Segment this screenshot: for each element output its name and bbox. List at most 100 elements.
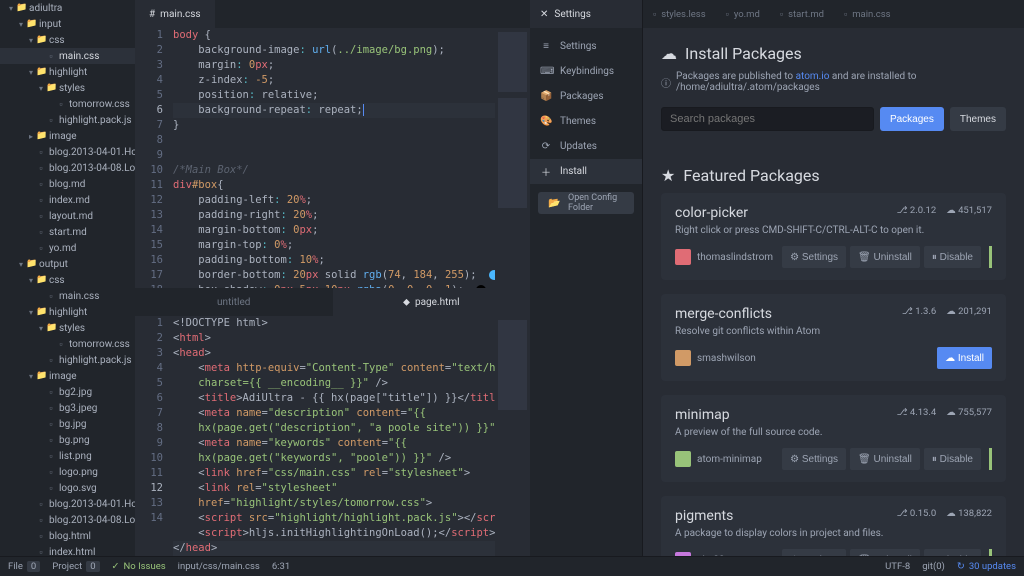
settings-tab-file[interactable]: ▫styles.less: [643, 0, 716, 28]
package-author[interactable]: atom-minimap: [675, 451, 762, 467]
settings-nav-themes[interactable]: 🎨Themes: [530, 109, 642, 134]
status-cursor[interactable]: 6:31: [272, 561, 290, 572]
code[interactable]: <!DOCTYPE html> <html> <head> <meta http…: [173, 316, 495, 576]
tab-page-html[interactable]: ⬥ page.html: [333, 288, 531, 316]
package-title[interactable]: color-picker: [675, 205, 748, 221]
settings-nav-settings[interactable]: ≡Settings: [530, 34, 642, 59]
settings-nav-install[interactable]: ＋Install: [530, 159, 642, 184]
editor-top[interactable]: 123456789101112131415161718 body { backg…: [135, 28, 530, 288]
folder-icon: 📁: [46, 83, 56, 93]
settings-nav-packages[interactable]: 📦Packages: [530, 84, 642, 109]
status-file[interactable]: File 0: [8, 561, 40, 572]
status-project[interactable]: Project 0: [52, 561, 99, 572]
tree-file[interactable]: ▫blog.2013-04-01.Holy_Gr...: [0, 496, 135, 512]
tree-file[interactable]: ▫bg3.jpeg: [0, 400, 135, 416]
package-author[interactable]: smashwilson: [675, 350, 756, 366]
install-button[interactable]: ☁ Install: [937, 347, 992, 369]
settings-button[interactable]: ⚙ Settings: [782, 448, 846, 470]
package-title[interactable]: merge-conflicts: [675, 306, 772, 322]
file-icon: ▫: [46, 387, 56, 398]
tree-file[interactable]: ▫highlight.pack.js: [0, 352, 135, 368]
settings-tab-file[interactable]: ▫start.md: [770, 0, 834, 28]
tree-file[interactable]: ▫yo.md: [0, 240, 135, 256]
tree-folder[interactable]: ▾📁highlight: [0, 304, 135, 320]
file-icon: ▫: [56, 99, 66, 110]
status-bar: File 0 Project 0 ✓ No Issues input/css/m…: [0, 556, 1024, 576]
minimap[interactable]: [495, 28, 530, 288]
tree-folder[interactable]: ▾📁css: [0, 272, 135, 288]
settings-tab-file[interactable]: ▫main.css: [834, 0, 901, 28]
status-encoding[interactable]: UTF-8: [885, 561, 910, 572]
tree-folder[interactable]: ▾📁input: [0, 16, 135, 32]
package-card: merge-conflicts⎇ 1.3.6☁ 201,291Resolve g…: [661, 294, 1006, 381]
tree-file[interactable]: ▫main.css: [0, 288, 135, 304]
package-author[interactable]: thomaslindstrom: [675, 249, 773, 265]
tree-file[interactable]: ▫main.css: [0, 48, 135, 64]
settings-main-tab[interactable]: ✕ Settings: [530, 0, 642, 28]
tree-file[interactable]: ▫logo.svg: [0, 480, 135, 496]
settings-tab-file[interactable]: ▫yo.md: [716, 0, 770, 28]
settings-nav-keybindings[interactable]: ⌨Keybindings: [530, 59, 642, 84]
tree-folder[interactable]: ▾📁styles: [0, 80, 135, 96]
status-updates[interactable]: ↻ 30 updates: [957, 561, 1016, 572]
version-badge: ⎇ 2.0.12: [897, 205, 937, 216]
package-card: color-picker⎇ 2.0.12☁ 451,517Right click…: [661, 193, 1006, 280]
file-tree[interactable]: ▾📁adiultra▾📁input▾📁css▫main.css▾📁highlig…: [0, 0, 135, 576]
tree-file[interactable]: ▫blog.2013-04-08.Lorem_I...: [0, 512, 135, 528]
tree-file[interactable]: ▫bg.png: [0, 432, 135, 448]
settings-nav-open-config-folder[interactable]: 📂Open Config Folder: [538, 192, 634, 214]
tree-file[interactable]: ▫blog.html: [0, 528, 135, 544]
minimap[interactable]: [495, 316, 530, 576]
tree-file[interactable]: ▫bg.jpg: [0, 416, 135, 432]
packages-toggle[interactable]: Packages: [880, 107, 944, 131]
disable-button[interactable]: ⏸ Disable: [924, 246, 981, 268]
tree-file[interactable]: ▫blog.2013-04-01.Holy_Gr...: [0, 144, 135, 160]
editor-bottom[interactable]: 1234567891011121314 <!DOCTYPE html> <htm…: [135, 316, 530, 576]
html-icon: ⬥: [403, 297, 410, 308]
tree-file[interactable]: ▫tomorrow.css: [0, 336, 135, 352]
tree-folder[interactable]: ▾📁image: [0, 368, 135, 384]
status-git[interactable]: git(0): [922, 561, 945, 572]
package-description: A preview of the full source code.: [675, 427, 992, 438]
tree-file[interactable]: ▫tomorrow.css: [0, 96, 135, 112]
uninstall-button[interactable]: 🗑 Uninstall: [850, 448, 920, 470]
file-icon: ▫: [36, 515, 46, 526]
settings-panel: ✕ Settings ≡Settings⌨Keybindings📦Package…: [530, 0, 1024, 576]
tree-folder[interactable]: ▾📁adiultra: [0, 0, 135, 16]
tree-file[interactable]: ▫layout.md: [0, 208, 135, 224]
tree-file[interactable]: ▫logo.png: [0, 464, 135, 480]
settings-button[interactable]: ⚙ Settings: [782, 246, 846, 268]
file-icon: ▫: [36, 531, 46, 542]
file-icon: ▫: [46, 467, 56, 478]
status-path[interactable]: input/css/main.css: [178, 561, 260, 572]
tab-untitled[interactable]: untitled: [135, 288, 333, 316]
file-icon: ▫: [36, 179, 46, 190]
folder-icon: 📁: [36, 307, 46, 317]
tree-file[interactable]: ▫index.md: [0, 192, 135, 208]
tree-folder[interactable]: ▸📁image: [0, 128, 135, 144]
install-heading: ☁ Install Packages: [661, 44, 1006, 63]
themes-toggle[interactable]: Themes: [950, 107, 1006, 131]
tree-folder[interactable]: ▾📁output: [0, 256, 135, 272]
status-issues[interactable]: ✓ No Issues: [112, 561, 166, 572]
tab-bar-bottom: untitled ⬥ page.html: [135, 288, 530, 316]
package-title[interactable]: minimap: [675, 407, 730, 423]
code[interactable]: body { background-image: url(../image/bg…: [173, 28, 495, 288]
tree-file[interactable]: ▫blog.2013-04-08.Lorem_I...: [0, 160, 135, 176]
tree-folder[interactable]: ▾📁styles: [0, 320, 135, 336]
disable-button[interactable]: ⏸ Disable: [924, 448, 981, 470]
tree-file[interactable]: ▫bg2.jpg: [0, 384, 135, 400]
atom-io-link[interactable]: atom.io: [796, 71, 830, 82]
uninstall-button[interactable]: 🗑 Uninstall: [850, 246, 920, 268]
tree-file[interactable]: ▫blog.md: [0, 176, 135, 192]
folder-icon: 📁: [36, 131, 46, 141]
search-input[interactable]: [661, 107, 874, 131]
tree-file[interactable]: ▫list.png: [0, 448, 135, 464]
tree-folder[interactable]: ▾📁css: [0, 32, 135, 48]
tree-folder[interactable]: ▾📁highlight: [0, 64, 135, 80]
tree-file[interactable]: ▫start.md: [0, 224, 135, 240]
tree-file[interactable]: ▫highlight.pack.js: [0, 112, 135, 128]
package-title[interactable]: pigments: [675, 508, 733, 524]
tab-main-css[interactable]: # main.css: [135, 0, 215, 28]
settings-nav-updates[interactable]: ⟳Updates: [530, 134, 642, 159]
